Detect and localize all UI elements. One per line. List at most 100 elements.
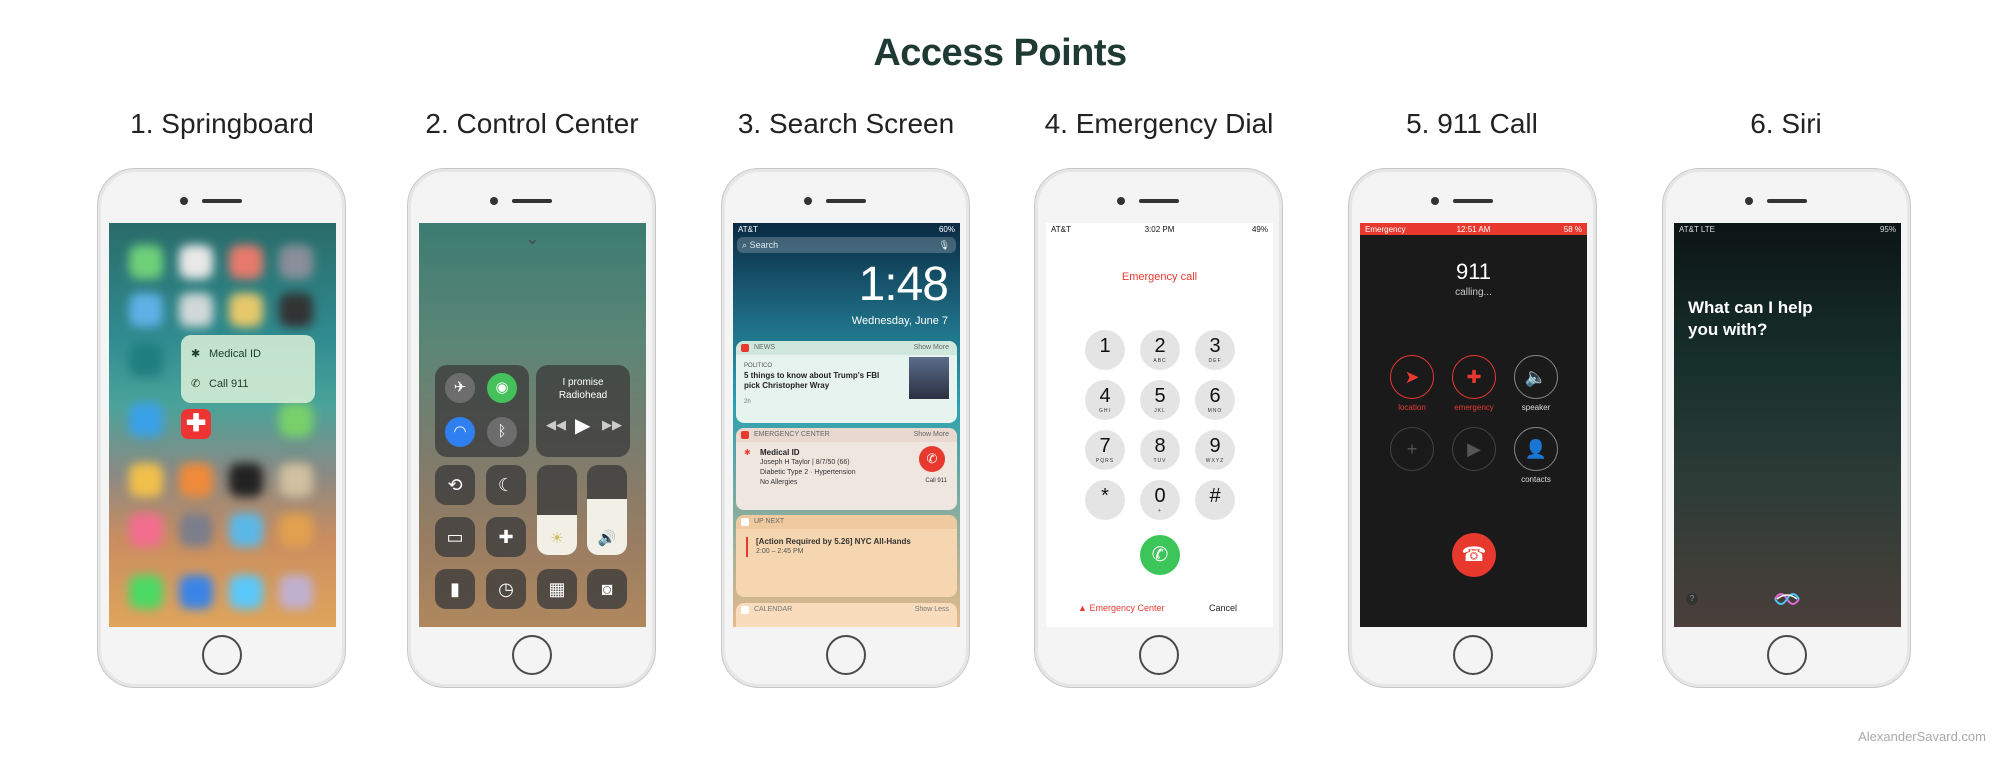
search-screen: AT&T 60% ⌕ Search 🎙 1:48 Wednesday, June…	[733, 223, 960, 627]
call-button-plus[interactable]: +	[1390, 427, 1434, 471]
lock-time: 1:48	[858, 258, 949, 311]
status-bar: AT&T 3:02 PM 49%	[1051, 225, 1268, 234]
control-center-screen: ⌄ ✈ ◉ ◠ ᛒ I promise Radiohead ◀◀ ▶ ▶▶ ⟲ …	[419, 223, 646, 627]
rewind-icon[interactable]: ◀◀	[546, 417, 566, 433]
emergency-icon	[741, 431, 749, 439]
earpiece	[1767, 199, 1807, 203]
keypad-key[interactable]: 6 MNO	[1195, 380, 1235, 420]
front-camera	[1745, 197, 1753, 205]
front-camera	[1117, 197, 1125, 205]
earpiece	[1139, 199, 1179, 203]
show-less-link[interactable]: Show Less	[915, 603, 949, 617]
flashlight-icon[interactable]: ▮	[435, 569, 475, 609]
call-button-emergency[interactable]: ✚	[1452, 355, 1496, 399]
call-state: calling...	[1455, 287, 1492, 298]
status-bar: AT&T 60%	[738, 225, 955, 234]
emergency-center-card[interactable]: EMERGENCY CENTER Show More ✱ Medical ID …	[736, 428, 957, 510]
keypad-key[interactable]: 9 WXYZ	[1195, 430, 1235, 470]
phone-siri: AT&T LTE 95% What can I help you with? ?	[1662, 168, 1911, 688]
home-button[interactable]	[512, 635, 552, 675]
home-button[interactable]	[202, 635, 242, 675]
3d-touch-menu: ✱ Medical ID ✆ Call 911	[181, 335, 315, 403]
calendar-icon	[741, 606, 749, 614]
news-thumbnail	[909, 357, 949, 399]
keypad-key[interactable]: 8 TUV	[1140, 430, 1180, 470]
keypad-key[interactable]: 0 +	[1140, 480, 1180, 520]
call-911-button[interactable]: ✆	[919, 446, 945, 472]
news-card[interactable]: NEWS Show More POLITICO 5 things to know…	[736, 341, 957, 423]
emergency-app-icon[interactable]: ✚	[181, 409, 211, 439]
brightness-slider[interactable]: ☀	[537, 465, 577, 555]
camera-icon[interactable]: ◙	[587, 569, 627, 609]
fast-forward-icon[interactable]: ▶▶	[602, 417, 622, 433]
siri-screen: AT&T LTE 95% What can I help you with? ?	[1674, 223, 1901, 627]
call-button-location[interactable]: ➤	[1390, 355, 1434, 399]
music-tile: I promise Radiohead ◀◀ ▶ ▶▶	[536, 365, 630, 457]
keypad-key[interactable]: 3 DEF	[1195, 330, 1235, 370]
chevron-down-icon[interactable]: ⌄	[419, 229, 646, 249]
phone-icon: ✆	[926, 451, 938, 466]
end-call-button[interactable]: ☎	[1452, 533, 1496, 577]
microphone-icon[interactable]: 🎙	[939, 237, 950, 253]
search-input[interactable]: ⌕ Search 🎙	[737, 237, 956, 253]
play-icon[interactable]: ▶	[575, 413, 590, 438]
menu-item-medical-id[interactable]: ✱ Medical ID	[191, 347, 261, 360]
airplay-icon[interactable]: ▭	[435, 517, 475, 557]
keypad-key[interactable]: 5 JKL	[1140, 380, 1180, 420]
step-label-springboard: 1. Springboard	[130, 108, 314, 139]
asterisk-icon: ✱	[744, 448, 751, 457]
sun-icon: ☀	[550, 530, 564, 547]
cellular-icon[interactable]: ◉	[487, 373, 517, 403]
hang-up-icon: ☎	[1461, 544, 1487, 566]
front-camera	[804, 197, 812, 205]
emergency-call-heading: Emergency call	[1121, 271, 1198, 283]
keypad-key[interactable]: 1	[1085, 330, 1125, 370]
rotation-lock-icon[interactable]: ⟲	[435, 465, 475, 505]
front-camera	[1431, 197, 1439, 205]
call-button[interactable]: ✆	[1140, 535, 1180, 575]
front-camera	[490, 197, 498, 205]
speaker-icon: 🔈	[1524, 367, 1548, 387]
call-button-facetime[interactable]: ▶	[1452, 427, 1496, 471]
keypad-key[interactable]: 7 PQRS	[1085, 430, 1125, 470]
phone-springboard: ✱ Medical ID ✆ Call 911 ✚	[97, 168, 346, 688]
menu-item-call-911[interactable]: ✆ Call 911	[191, 377, 249, 390]
call-button-label: emergency	[1454, 403, 1494, 412]
search-icon: ⌕	[742, 240, 748, 250]
step-label-911-call: 5. 911 Call	[1406, 108, 1538, 139]
wifi-icon[interactable]: ◠	[445, 417, 475, 447]
bluetooth-icon[interactable]: ᛒ	[487, 417, 517, 447]
volume-slider[interactable]: 🔊	[587, 465, 627, 555]
timer-icon[interactable]: ◷	[486, 569, 526, 609]
call-button-contacts[interactable]: 👤	[1514, 427, 1558, 471]
news-icon	[741, 344, 749, 352]
keypad-key[interactable]: #	[1195, 480, 1235, 520]
call-button-label: speaker	[1521, 403, 1551, 412]
airplane-icon[interactable]: ✈	[445, 373, 475, 403]
call-button-speaker[interactable]: 🔈	[1514, 355, 1558, 399]
help-button[interactable]: ?	[1686, 593, 1698, 605]
emergency-center-link[interactable]: ▲ Emergency Center	[1078, 603, 1164, 613]
contacts-icon: 👤	[1524, 439, 1548, 459]
calculator-icon[interactable]: ▦	[537, 569, 577, 609]
home-button[interactable]	[1139, 635, 1179, 675]
call-button-label: location	[1398, 403, 1426, 412]
home-button[interactable]	[1453, 635, 1493, 675]
medical-cross-icon[interactable]: ✚	[486, 517, 526, 557]
keypad-key[interactable]: 2 ABC	[1140, 330, 1180, 370]
medical-cross-icon: ✚	[1466, 367, 1482, 387]
keypad-key[interactable]: 4 GHI	[1085, 380, 1125, 420]
siri-waveform-icon[interactable]	[1771, 585, 1803, 613]
earpiece	[512, 199, 552, 203]
show-more-link[interactable]: Show More	[914, 341, 949, 355]
keypad-key[interactable]: *	[1085, 480, 1125, 520]
calendar-card[interactable]: CALENDAR Show Less	[736, 603, 957, 627]
phone-911-call: Emergency 12:51 AM 58 % 911 calling... ➤…	[1348, 168, 1597, 688]
home-button[interactable]	[826, 635, 866, 675]
show-more-link[interactable]: Show More	[914, 428, 949, 442]
phone-emergency-dial: AT&T 3:02 PM 49% Emergency call 1 2 ABC 3 DE…	[1034, 168, 1283, 688]
up-next-card[interactable]: UP NEXT [Action Required by 5.26] NYC Al…	[736, 515, 957, 597]
cancel-button[interactable]: Cancel	[1209, 603, 1237, 613]
do-not-disturb-icon[interactable]: ☾	[486, 465, 526, 505]
home-button[interactable]	[1767, 635, 1807, 675]
